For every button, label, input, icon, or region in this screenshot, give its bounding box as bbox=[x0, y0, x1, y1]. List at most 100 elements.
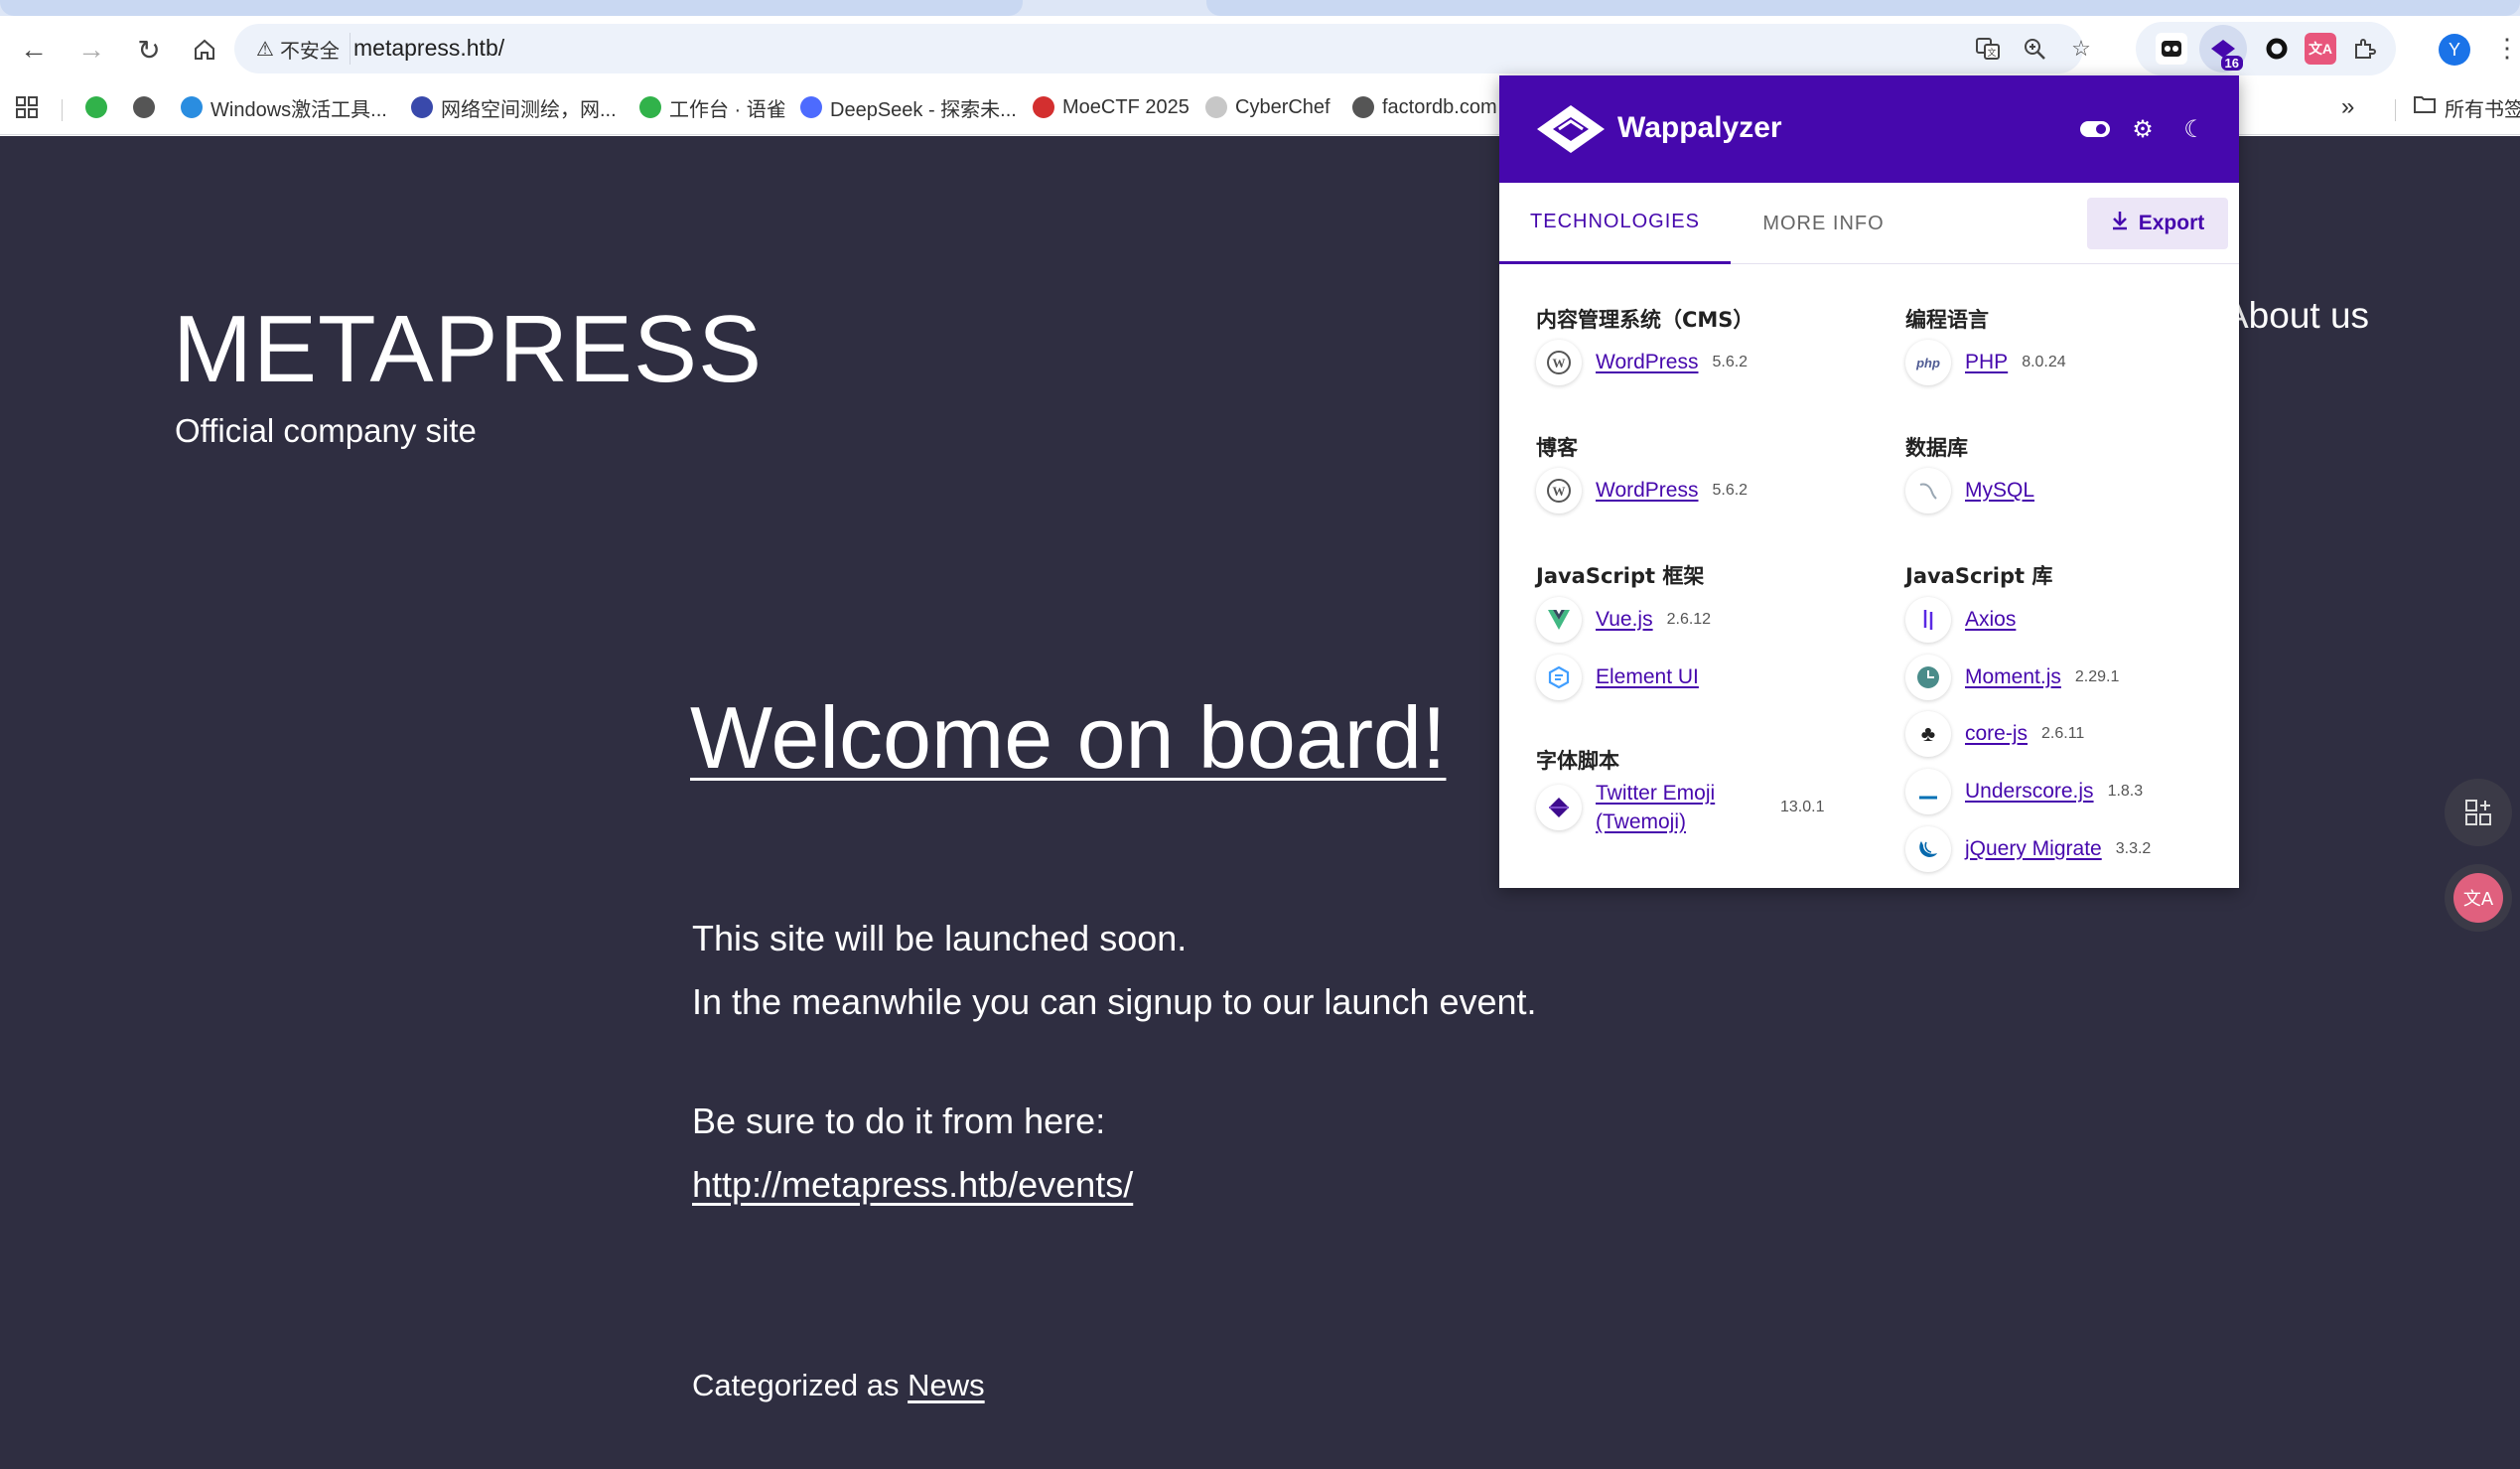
bookmark-leaf-1[interactable] bbox=[85, 91, 107, 123]
zoom-icon[interactable] bbox=[2019, 33, 2050, 65]
tech-row[interactable]: php PHP 8.0.24 bbox=[1905, 339, 2066, 386]
tech-row[interactable]: Element UI bbox=[1536, 654, 1699, 701]
nav-about-link[interactable]: About us bbox=[2224, 295, 2369, 337]
bookmark-item[interactable]: DeepSeek - 探索未... bbox=[800, 91, 1017, 123]
tech-name[interactable]: WordPress bbox=[1596, 351, 1698, 374]
tech-name[interactable]: Underscore.js bbox=[1965, 780, 2094, 804]
reload-icon[interactable]: ↻ bbox=[129, 30, 169, 70]
php-icon: php bbox=[1905, 340, 1951, 385]
tech-row[interactable]: W WordPress 5.6.2 bbox=[1536, 467, 1748, 514]
address-bar[interactable]: ⚠ 不安全 metapress.htb/ 文 ☆ bbox=[234, 24, 2091, 73]
chrome-menu-icon[interactable]: ⋮ bbox=[2494, 34, 2520, 66]
twemoji-icon bbox=[1536, 785, 1582, 830]
tech-row[interactable]: Moment.js 2.29.1 bbox=[1905, 654, 2119, 701]
tech-name[interactable]: Vue.js bbox=[1596, 608, 1653, 632]
fofa-icon bbox=[411, 96, 433, 118]
tech-version: 8.0.24 bbox=[2022, 354, 2066, 370]
tech-name[interactable]: Element UI bbox=[1596, 665, 1699, 689]
tech-row[interactable]: W WordPress 5.6.2 bbox=[1536, 339, 1748, 386]
tech-row[interactable]: jQuery Migrate 3.3.2 bbox=[1905, 825, 2151, 873]
post-heading[interactable]: Welcome on board! bbox=[690, 687, 1446, 789]
export-button[interactable]: Export bbox=[2087, 198, 2228, 249]
bookmark-item[interactable]: Windows激活工具... bbox=[181, 91, 387, 123]
bookmark-item[interactable]: CyberChef bbox=[1205, 91, 1330, 123]
bookmark-label: 网络空间测绘，网... bbox=[441, 98, 617, 121]
profile-avatar[interactable]: Y bbox=[2439, 34, 2470, 66]
bookmark-divider bbox=[62, 99, 63, 121]
core-js-icon: ♣ bbox=[1905, 711, 1951, 757]
jquery-icon bbox=[1905, 826, 1951, 872]
tech-version: 1.8.3 bbox=[2107, 783, 2144, 800]
all-bookmarks-label: 所有书签 bbox=[2445, 98, 2520, 121]
tech-row[interactable]: Twitter Emoji (Twemoji) 13.0.1 bbox=[1536, 777, 1824, 838]
category-link[interactable]: News bbox=[908, 1368, 985, 1402]
tech-row[interactable]: Underscore.js 1.8.3 bbox=[1905, 768, 2143, 815]
wappalyzer-tabs: TECHNOLOGIES MORE INFO Export bbox=[1499, 183, 2239, 264]
tech-name[interactable]: Axios bbox=[1965, 608, 2016, 632]
back-icon[interactable]: ← bbox=[14, 30, 54, 70]
all-bookmarks[interactable]: 所有书签 bbox=[2413, 91, 2520, 123]
bookmark-star-icon[interactable]: ☆ bbox=[2065, 33, 2097, 65]
bookmarks-overflow[interactable]: » bbox=[2341, 91, 2354, 123]
forward-icon[interactable]: → bbox=[71, 30, 111, 70]
element-ui-icon bbox=[1536, 655, 1582, 700]
events-link[interactable]: http://metapress.htb/events/ bbox=[692, 1164, 1133, 1206]
wordpress-icon: W bbox=[1536, 468, 1582, 514]
tab-more-info[interactable]: MORE INFO bbox=[1731, 183, 1916, 264]
bookmark-globe[interactable] bbox=[133, 91, 155, 123]
tab-inactive-right[interactable] bbox=[1206, 0, 2520, 16]
tech-name[interactable]: jQuery Migrate bbox=[1965, 837, 2102, 861]
tech-version: 13.0.1 bbox=[1780, 799, 1825, 815]
site-title[interactable]: METAPRESS bbox=[173, 295, 763, 404]
folder-icon bbox=[2413, 94, 2437, 120]
apps-grid-icon[interactable] bbox=[16, 91, 38, 123]
export-label: Export bbox=[2138, 212, 2205, 234]
tech-row[interactable]: MySQL bbox=[1905, 467, 2034, 514]
bookmark-divider bbox=[2395, 99, 2396, 121]
tech-name[interactable]: WordPress bbox=[1596, 479, 1698, 503]
tab-inactive-left[interactable] bbox=[0, 0, 1023, 16]
bookmark-item[interactable]: factordb.com bbox=[1352, 91, 1497, 123]
bookmark-item[interactable]: MoeCTF 2025 bbox=[1033, 91, 1190, 123]
svg-text:文: 文 bbox=[1987, 47, 1996, 59]
tech-name[interactable]: MySQL bbox=[1965, 479, 2034, 503]
tech-row[interactable]: ♣ core-js 2.6.11 bbox=[1905, 710, 2084, 758]
theme-moon-icon[interactable]: ☾ bbox=[2176, 111, 2212, 147]
bookmark-item[interactable]: 工作台 · 语雀 bbox=[639, 91, 786, 123]
security-chip[interactable]: ⚠ 不安全 bbox=[246, 33, 350, 65]
category-heading: 字体脚本 bbox=[1536, 749, 1619, 773]
extensions-puzzle-icon[interactable] bbox=[2348, 33, 2380, 65]
toggle-icon[interactable] bbox=[2077, 111, 2113, 147]
translate-badge-icon: 文A bbox=[2453, 873, 2503, 923]
globe-icon bbox=[133, 96, 155, 118]
tech-name[interactable]: core-js bbox=[1965, 722, 2028, 746]
url-text[interactable]: metapress.htb/ bbox=[353, 35, 504, 62]
technologies-list: 内容管理系统（CMS） W WordPress 5.6.2 博客 W WordP… bbox=[1499, 265, 2239, 888]
floating-apps-icon[interactable] bbox=[2445, 779, 2512, 846]
settings-gear-icon[interactable]: ⚙ bbox=[2125, 111, 2161, 147]
translate-icon[interactable]: 文 bbox=[1972, 33, 2004, 65]
bookmark-label: CyberChef bbox=[1235, 95, 1330, 118]
extension-ring-icon[interactable] bbox=[2261, 33, 2293, 65]
warning-icon: ⚠ bbox=[256, 38, 274, 61]
wappalyzer-brand: Wappalyzer bbox=[1617, 111, 1782, 144]
extension-dark-icon[interactable] bbox=[2156, 33, 2187, 65]
post-line: Be sure to do it from here: bbox=[692, 1101, 1106, 1141]
tech-name[interactable]: Moment.js bbox=[1965, 665, 2061, 689]
tech-row[interactable]: Axios bbox=[1905, 596, 2016, 644]
tech-row[interactable]: Vue.js 2.6.12 bbox=[1536, 596, 1711, 644]
tab-technologies[interactable]: TECHNOLOGIES bbox=[1499, 183, 1731, 264]
floating-translate-icon[interactable]: 文A bbox=[2445, 864, 2512, 932]
windows-tool-icon bbox=[181, 96, 203, 118]
tech-name[interactable]: Twitter Emoji (Twemoji) bbox=[1596, 779, 1749, 836]
moectf-icon bbox=[1033, 96, 1054, 118]
wappalyzer-extension-icon[interactable]: 16 bbox=[2199, 25, 2247, 73]
bookmark-item[interactable]: 网络空间测绘，网... bbox=[411, 91, 617, 123]
category-heading: 博客 bbox=[1536, 436, 1578, 460]
category-prefix: Categorized as bbox=[692, 1368, 900, 1402]
tech-name[interactable]: PHP bbox=[1965, 351, 2008, 374]
home-icon[interactable] bbox=[185, 30, 224, 70]
extension-translate-icon[interactable]: 文A bbox=[2305, 33, 2336, 65]
download-icon bbox=[2111, 211, 2129, 236]
moment-icon bbox=[1905, 655, 1951, 700]
